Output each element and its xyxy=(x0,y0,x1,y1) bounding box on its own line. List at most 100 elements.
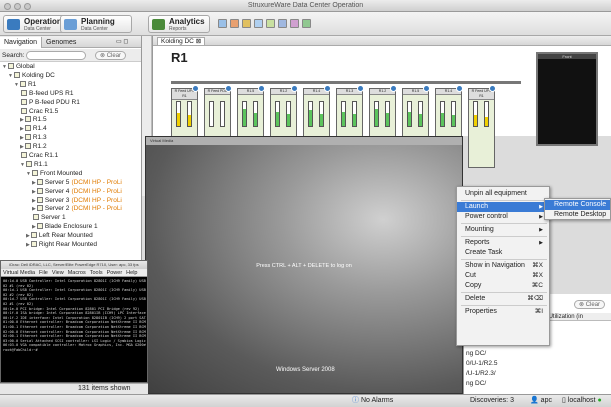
tree-twisty-icon[interactable]: ▼ xyxy=(26,171,31,177)
toolbar-cut-icon[interactable] xyxy=(254,19,263,28)
menu-item-remote-desktop[interactable]: Remote Desktop xyxy=(545,210,610,220)
tree-item[interactable]: ▶ Server 4 (DCMI HP - ProLi xyxy=(32,187,122,196)
tree-twisty-icon[interactable]: ▼ xyxy=(20,162,25,168)
rack-pin-icon[interactable] xyxy=(258,85,265,92)
rack-cooling-gauge xyxy=(418,101,423,127)
toolbar-export-icon[interactable] xyxy=(302,19,311,28)
tree-item[interactable]: ▶ R1.4 xyxy=(20,125,47,133)
console-menu-item[interactable]: File xyxy=(39,270,48,276)
tree-item[interactable]: ▼ Front Mounted xyxy=(26,169,82,178)
panel-minimize-icon[interactable]: ▭ ◻ xyxy=(112,37,132,48)
menu-item-remote-console[interactable]: Remote Console xyxy=(545,200,610,210)
tree-item[interactable]: Crac R1.5 xyxy=(20,107,58,116)
rack-pin-icon[interactable] xyxy=(357,85,364,92)
menu-item[interactable]: Launch ▶ xyxy=(457,202,549,212)
tree-twisty-icon[interactable]: ▶ xyxy=(20,117,24,123)
tree-twisty-icon[interactable]: ▼ xyxy=(2,64,7,70)
minimize-window-button[interactable] xyxy=(14,3,21,10)
tree-item[interactable]: ▶ Right Rear Mounted xyxy=(26,241,97,249)
console-menu-item[interactable]: Power xyxy=(107,270,123,276)
rack-pin-icon[interactable] xyxy=(225,85,232,92)
menu-item[interactable]: Delete ⌘⌫ xyxy=(457,294,549,304)
tree-twisty-icon[interactable]: ▶ xyxy=(32,189,36,195)
rack-pin-icon[interactable] xyxy=(390,85,397,92)
tab-kolding-dc[interactable]: Kolding DC ⊠ xyxy=(157,37,206,46)
tree-item[interactable]: B-feed UPS R1 xyxy=(20,89,73,98)
tree-item[interactable]: ▼ R1 xyxy=(14,80,36,89)
console-menu-item[interactable]: View xyxy=(52,270,64,276)
rack-pin-icon[interactable] xyxy=(291,85,298,92)
tree-twisty-icon[interactable]: ▶ xyxy=(32,180,36,186)
tree-item[interactable]: P B-feed PDU R1 xyxy=(20,98,80,107)
tree-item[interactable]: ▶ R1.3 xyxy=(20,134,47,142)
report-row[interactable]: ng DC/ xyxy=(466,380,486,387)
tree-twisty-icon[interactable]: ▼ xyxy=(8,73,13,79)
toolbar-paste-icon[interactable] xyxy=(278,19,287,28)
rack-power-fill xyxy=(243,109,246,126)
tab-analytics[interactable]: Analytics Reports xyxy=(148,15,210,33)
toolbar-redo-icon[interactable] xyxy=(242,19,251,28)
menu-separator xyxy=(461,259,547,260)
rack-pin-icon[interactable] xyxy=(489,85,496,92)
menu-item[interactable]: Show in Navigation ⌘X xyxy=(457,261,549,271)
tab-planning[interactable]: Planning Data Center xyxy=(60,15,132,33)
report-row[interactable]: /U-1/R2.3/ xyxy=(466,370,496,377)
report-clear-button[interactable]: ⊗ Clear xyxy=(574,300,606,309)
idrac-console-window[interactable]: iDrac: Dell iDRAC, LLC, Server/Elite Pow… xyxy=(0,260,148,383)
tree-item[interactable]: ▶ Server 2 (DCMI HP - ProLi xyxy=(32,205,122,213)
toolbar-save-icon[interactable] xyxy=(218,19,227,28)
rack-unit[interactable]: R Feed UPS R1 xyxy=(468,85,496,168)
tree-item[interactable]: ▶ Left Rear Mounted xyxy=(26,232,93,240)
tab-genomes[interactable]: Genomes xyxy=(42,37,80,48)
menu-item[interactable]: Mounting ▶ xyxy=(457,225,549,235)
tree-twisty-icon[interactable]: ▶ xyxy=(32,206,36,212)
tree-twisty-icon[interactable]: ▶ xyxy=(20,126,24,132)
tree-item[interactable]: ▼ Kolding DC xyxy=(8,71,55,80)
console-menu-item[interactable]: Help xyxy=(126,270,137,276)
zoom-window-button[interactable] xyxy=(24,3,31,10)
tree-item[interactable]: ▶ Blade Enclosure 1 xyxy=(32,223,98,231)
menu-item[interactable]: Unpin all equipment xyxy=(457,189,549,199)
tree-item[interactable]: ▶ R1.2 xyxy=(20,143,47,151)
toolbar-chart-icon[interactable] xyxy=(290,19,299,28)
tree-item[interactable]: ▶ Server 5 (DCMI HP - ProLi xyxy=(32,178,122,187)
tree-twisty-icon[interactable]: ▶ xyxy=(26,233,30,239)
tree-twisty-icon[interactable]: ▶ xyxy=(26,242,30,248)
console-menu-item[interactable]: Tools xyxy=(90,270,103,276)
menu-item[interactable]: Power control ▶ xyxy=(457,212,549,222)
report-row[interactable]: 0/U-1/R2.5 xyxy=(466,360,497,367)
menu-item[interactable]: Reports ▶ xyxy=(457,238,549,248)
remote-desktop-screen[interactable]: Press CTRL + ALT + DELETE to log on Wind… xyxy=(146,145,462,393)
menu-item[interactable]: Create Task xyxy=(457,248,549,258)
menu-shortcut: ⌘X xyxy=(532,262,543,269)
menu-item[interactable]: Copy ⌘C xyxy=(457,281,549,291)
tree-item[interactable]: ▼ Global xyxy=(2,63,35,71)
menu-item[interactable]: Cut ⌘X xyxy=(457,271,549,281)
report-row[interactable]: ng DC/ xyxy=(466,350,486,357)
console-menu-item[interactable]: Macros xyxy=(68,270,86,276)
tree-twisty-icon[interactable]: ▼ xyxy=(14,82,19,88)
rack-pin-icon[interactable] xyxy=(324,85,331,92)
rack-pin-icon[interactable] xyxy=(192,85,199,92)
tree-item[interactable]: ▼ R1.1 xyxy=(20,160,48,169)
tree-twisty-icon[interactable]: ▶ xyxy=(32,198,36,204)
tree-item[interactable]: ▶ R1.5 xyxy=(20,116,47,124)
tab-navigation[interactable]: Navigation xyxy=(0,37,43,48)
console-menu-item[interactable]: Virtual Media xyxy=(3,270,35,276)
tree-item[interactable]: Crac R1.1 xyxy=(20,152,58,160)
tree-twisty-icon[interactable]: ▶ xyxy=(20,144,24,150)
toolbar-copy-icon[interactable] xyxy=(266,19,275,28)
rack-elevation[interactable]: Front xyxy=(536,52,598,146)
rack-pin-icon[interactable] xyxy=(456,85,463,92)
menu-item[interactable]: Properties ⌘I xyxy=(457,307,549,317)
tree-item[interactable]: ▶ Server 3 (DCMI HP - ProLi xyxy=(32,196,122,205)
search-input[interactable] xyxy=(26,51,86,60)
tree-twisty-icon[interactable]: ▶ xyxy=(20,135,24,141)
close-window-button[interactable] xyxy=(4,3,11,10)
remote-desktop-window[interactable]: Virtual Media Press CTRL + ALT + DELETE … xyxy=(145,136,463,394)
toolbar-undo-icon[interactable] xyxy=(230,19,239,28)
tree-item[interactable]: Server 1 xyxy=(32,214,66,222)
rack-pin-icon[interactable] xyxy=(423,85,430,92)
clear-button[interactable]: ⊗ Clear xyxy=(95,51,127,60)
tree-twisty-icon[interactable]: ▶ xyxy=(32,224,36,230)
